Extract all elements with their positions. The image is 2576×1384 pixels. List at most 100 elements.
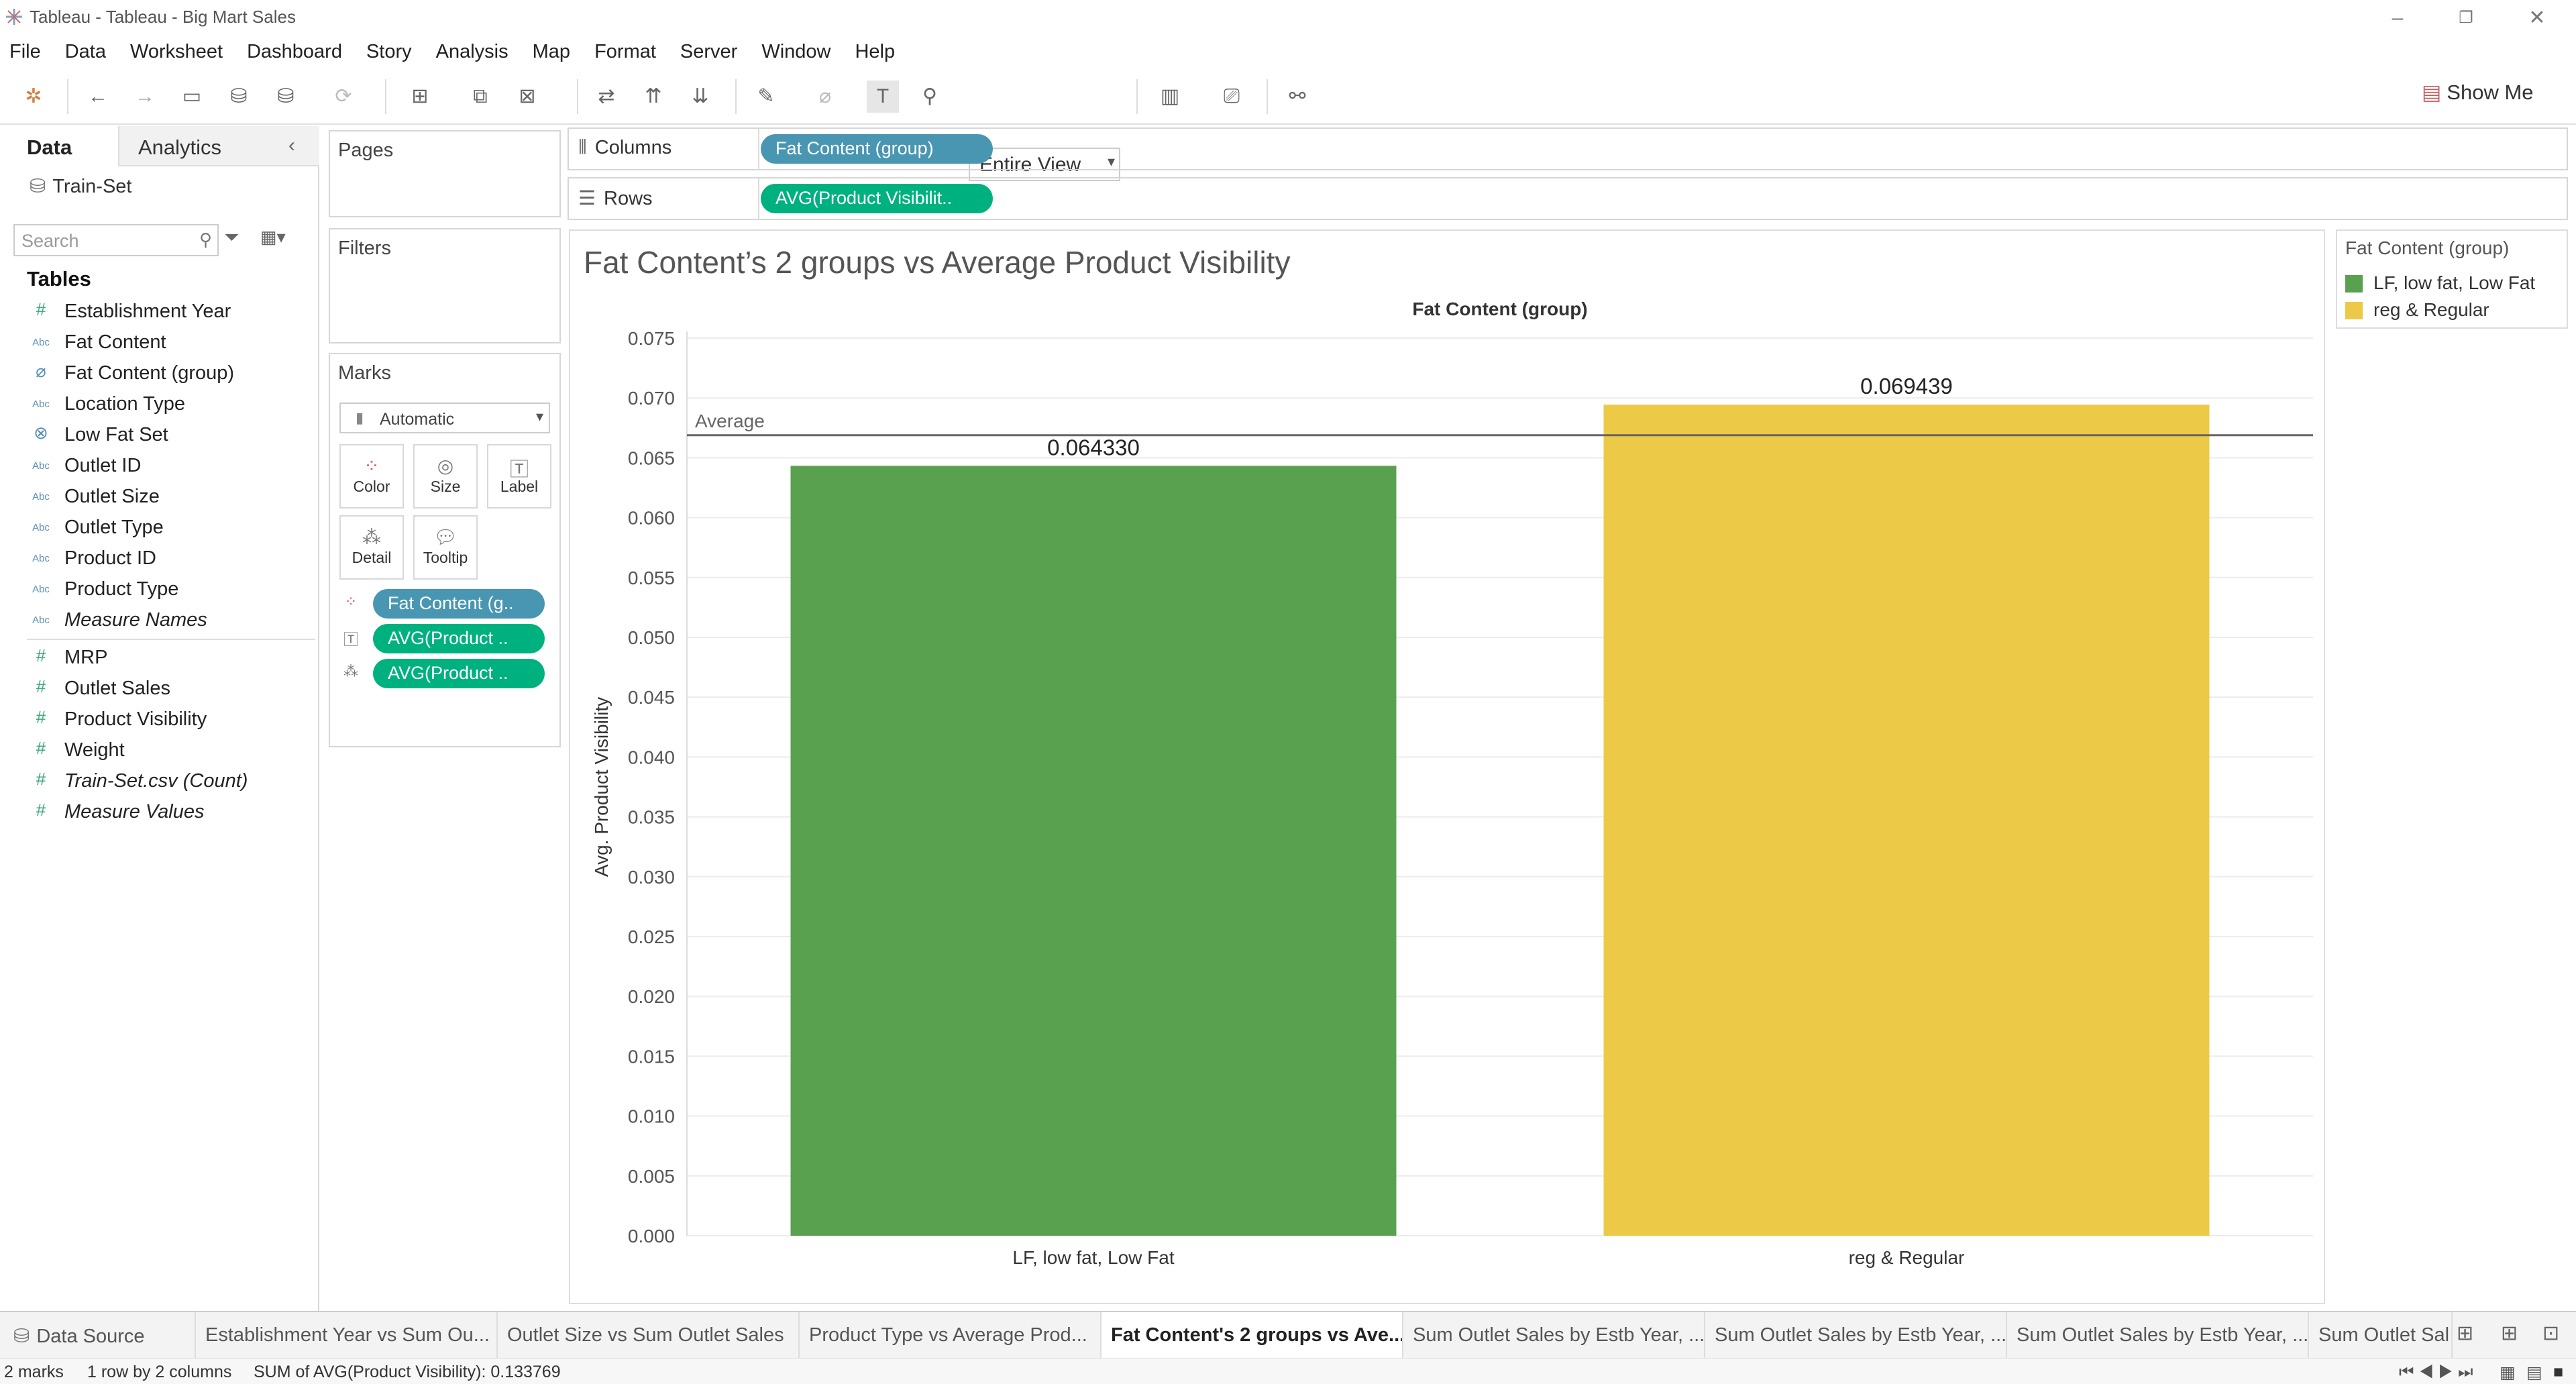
tab-sheet[interactable]: Sum Outlet Sales by Estb Year, ... [2007,1312,2309,1358]
tab-sheet[interactable]: Sum Outlet Sales by Estb Year, ... [1403,1312,1705,1358]
field-item[interactable]: Abc Outlet Size [0,482,319,513]
tab-sheet[interactable]: Outlet Size vs Sum Outlet Sales [498,1312,800,1358]
field-item[interactable]: Abc Outlet ID [0,451,319,482]
bar-1[interactable] [790,466,1397,1236]
field-name: Establishment Year [64,301,231,322]
refresh-icon[interactable]: ⟳ [327,81,360,113]
menu-worksheet[interactable]: Worksheet [130,41,223,63]
tab-sheet[interactable]: Sum Outlet Sal [2309,1312,2453,1358]
tab-sheet-active[interactable]: Fat Content's 2 groups vs Ave... [1102,1312,1403,1358]
detail-button[interactable]: ⁂ Detail [339,515,404,580]
sort-ascending-icon[interactable]: ⇈ [637,81,669,113]
field-item[interactable]: Abc Outlet Type [0,513,319,543]
number-type-icon: # [36,800,46,820]
show-me-button[interactable]: ▤ Show Me [2422,81,2534,113]
new-worksheet-icon[interactable]: ⊞ [404,81,436,113]
pause-updates-icon[interactable]: ⛁ [270,81,302,113]
field-item[interactable]: # Establishment Year [0,297,319,327]
menu-format[interactable]: Format [594,41,656,63]
tab-data-source[interactable]: ⛁ Data Source [0,1312,196,1358]
group-members-icon[interactable]: ⌀ [809,81,841,113]
pages-title: Pages [338,140,394,161]
string-type-icon: Abc [32,398,50,410]
tabs-view-icon[interactable]: ■ [2553,1363,2563,1382]
field-item[interactable]: ⊗ Low Fat Set [0,420,319,451]
menu-data[interactable]: Data [65,41,106,63]
swap-rows-columns-icon[interactable]: ⇄ [590,81,623,113]
menu-server[interactable]: Server [680,41,737,63]
duplicate-sheet-icon[interactable]: ⧉ [464,81,496,113]
field-item[interactable]: # Outlet Sales [0,674,319,704]
highlight-icon[interactable]: ✎ [750,81,782,113]
columns-pill-fat-content-group[interactable]: Fat Content (group) [761,134,993,164]
menu-dashboard[interactable]: Dashboard [247,41,342,63]
columns-shelf[interactable]: ⦀ Columns Fat Content (group) [568,127,2568,170]
y-tick-label: 0.015 [628,1046,675,1067]
filmstrip-icon[interactable]: ▤ [2526,1363,2542,1383]
show-cards-icon[interactable]: ▥ [1154,81,1186,113]
field-item[interactable]: Abc Location Type [0,389,319,420]
rows-shelf[interactable]: ☰ Rows AVG(Product Visibilit.. [568,177,2568,220]
new-worksheet-icon[interactable]: ⊞ [2457,1322,2473,1345]
field-item[interactable]: Abc Product Type [0,574,319,605]
undo-icon[interactable]: ← [82,81,114,113]
show-mark-labels-icon[interactable]: T [867,81,899,113]
toolbar-separator [1267,79,1268,114]
tab-data[interactable]: Data [0,126,117,166]
tableau-start-icon[interactable]: ✲ [17,81,50,113]
field-item[interactable]: # Product Visibility [0,704,319,735]
sort-descending-icon[interactable]: ⇊ [684,81,716,113]
clear-sheet-icon[interactable]: ⊠ [511,81,543,113]
tab-sheet[interactable]: Product Type vs Average Prod... [800,1312,1102,1358]
field-item[interactable]: # Weight [0,735,319,766]
field-item[interactable]: Abc Fat Content [0,327,319,358]
rows-pill-avg-product-visibility[interactable]: AVG(Product Visibilit.. [761,184,993,213]
share-icon[interactable]: ⚯ [1281,81,1313,113]
search-input[interactable]: Search ⚲ [13,224,219,256]
presentation-mode-icon[interactable]: ⎚ [1216,81,1248,113]
sheet-navigation-arrows[interactable]: ⏮ ◀ ▶ ⏭ [2399,1363,2473,1382]
menu-help[interactable]: Help [855,41,895,63]
save-icon[interactable]: ▭ [176,81,208,113]
bar-2[interactable] [1603,405,2210,1236]
field-item[interactable]: # Measure Values [0,797,319,828]
filters-card[interactable]: Filters [329,228,561,343]
mark-type-select[interactable]: ▮ Automatic ▾ [339,403,550,433]
marks-pill-avg-product-visibility-detail[interactable]: AVG(Product .. [373,659,545,688]
menu-story[interactable]: Story [366,41,412,63]
redo-icon[interactable]: → [129,81,161,113]
minimize-button[interactable]: – [2377,3,2418,34]
menu-window[interactable]: Window [761,41,830,63]
collapse-pane-icon[interactable]: ‹ [288,134,295,157]
restore-button[interactable]: ❐ [2446,3,2486,34]
color-button[interactable]: ⁘ Color [339,444,404,509]
field-item[interactable]: # Train-Set.csv (Count) [0,766,319,797]
field-item[interactable]: ⌀ Fat Content (group) [0,358,319,389]
sheet-sorter-icon[interactable]: ▦ [2500,1363,2516,1383]
data-source-item[interactable]: ⛁ Train-Set [30,174,132,198]
size-button[interactable]: ◎ Size [413,444,478,509]
new-story-icon[interactable]: ⊡ [2542,1322,2559,1345]
menu-map[interactable]: Map [533,41,570,63]
fix-axes-icon[interactable]: ⚲ [914,81,946,113]
label-button[interactable]: 🅃 Label [487,444,551,509]
new-data-source-icon[interactable]: ⛁ [223,81,255,113]
close-button[interactable]: ✕ [2517,3,2557,34]
tab-sheet[interactable]: Establishment Year vs Sum Ou... [196,1312,498,1358]
marks-pill-fat-content-group[interactable]: Fat Content (g.. [373,589,545,619]
field-item[interactable]: Abc Measure Names [0,605,319,636]
filter-icon[interactable]: ⏷ [224,227,239,249]
marks-pill-avg-product-visibility-label[interactable]: AVG(Product .. [373,624,545,653]
pages-card[interactable]: Pages [329,130,561,217]
field-name: Outlet Size [64,486,160,507]
menu-analysis[interactable]: Analysis [436,41,508,63]
field-item[interactable]: # MRP [0,643,319,674]
tab-sheet[interactable]: Sum Outlet Sales by Estb Year, ... [1705,1312,2007,1358]
sheet-tabs-bar: ⛁ Data Source Establishment Year vs Sum O… [0,1311,2576,1358]
menu-file[interactable]: File [9,41,41,63]
view-options-icon[interactable]: ▦▾ [260,227,286,248]
field-name: Product ID [64,547,156,569]
new-dashboard-icon[interactable]: ⊞ [2501,1322,2518,1345]
field-item[interactable]: Abc Product ID [0,543,319,574]
tooltip-button[interactable]: 💬︎ Tooltip [413,515,478,580]
